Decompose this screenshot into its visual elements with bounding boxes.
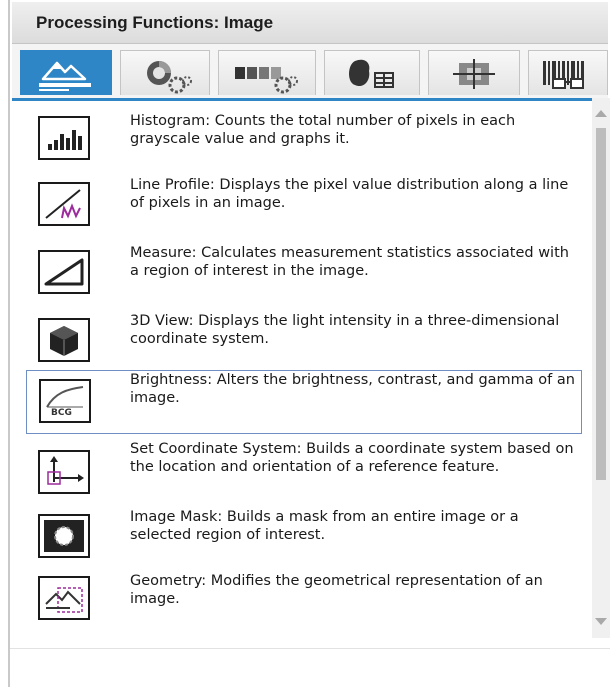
- particle-table-icon: [349, 59, 394, 88]
- function-description: Brightness: Alters the brightness, contr…: [130, 372, 575, 406]
- function-list: Histogram: Counts the total number of pi…: [10, 98, 590, 638]
- function-3d-view[interactable]: 3D View: Displays the light intensity in…: [26, 312, 582, 368]
- function-description: Set Coordinate System: Builds a coordina…: [130, 441, 574, 475]
- divider: [10, 648, 610, 649]
- function-set-coordinate-system[interactable]: Set Coordinate System: Builds a coordina…: [26, 440, 582, 502]
- scroll-up-icon[interactable]: [595, 110, 607, 117]
- grayscale-gear-icon: [235, 67, 298, 94]
- processing-functions-panel: Processing Functions: Image Histogram: C…: [8, 0, 610, 687]
- function-histogram[interactable]: Histogram: Counts the total number of pi…: [26, 110, 582, 166]
- function-description: Line Profile: Displays the pixel value d…: [130, 177, 569, 211]
- function-description: Measure: Calculates measurement statisti…: [130, 245, 569, 279]
- function-description: Geometry: Modifies the geometrical repre…: [130, 573, 543, 607]
- function-geometry[interactable]: Geometry: Modifies the geometrical repre…: [26, 572, 582, 632]
- measure-icon: [38, 250, 90, 294]
- panel-title: Processing Functions: Image: [36, 13, 274, 32]
- histogram-icon: [38, 116, 90, 160]
- line-profile-icon: [38, 182, 90, 226]
- panel-header: Processing Functions: Image: [12, 2, 608, 44]
- function-measure[interactable]: Measure: Calculates measurement statisti…: [26, 244, 582, 306]
- tab-grayscale[interactable]: [218, 50, 316, 95]
- scroll-down-icon[interactable]: [595, 618, 607, 625]
- function-image-mask[interactable]: Image Mask: Builds a mask from an entire…: [26, 508, 582, 564]
- function-description: Histogram: Counts the total number of pi…: [130, 113, 516, 147]
- tab-color[interactable]: [120, 50, 210, 95]
- scroll-thumb[interactable]: [596, 128, 606, 480]
- tab-image[interactable]: [20, 50, 112, 95]
- pattern-crosshair-icon: [453, 59, 495, 89]
- geometry-icon: [38, 576, 90, 620]
- function-brightness[interactable]: BCG Brightness: Alters the brightness, c…: [26, 370, 582, 434]
- function-line-profile[interactable]: Line Profile: Displays the pixel value d…: [26, 176, 582, 236]
- color-gear-icon: [147, 61, 192, 94]
- image-mask-icon: [38, 514, 90, 558]
- vertical-scrollbar[interactable]: [592, 98, 610, 638]
- bcg-label: BCG: [51, 408, 72, 418]
- tab-barcode[interactable]: [528, 50, 608, 95]
- coordinate-system-icon: [38, 450, 90, 494]
- function-description: 3D View: Displays the light intensity in…: [130, 313, 560, 347]
- tab-pattern[interactable]: [428, 50, 520, 95]
- function-description: Image Mask: Builds a mask from an entire…: [130, 509, 519, 543]
- cube-icon: [38, 318, 90, 362]
- image-landscape-icon: [39, 61, 91, 91]
- barcode-glasses-icon: [543, 61, 584, 89]
- tab-bar: [12, 44, 608, 101]
- tab-particle[interactable]: [324, 50, 420, 95]
- bcg-curve-icon: BCG: [39, 379, 91, 423]
